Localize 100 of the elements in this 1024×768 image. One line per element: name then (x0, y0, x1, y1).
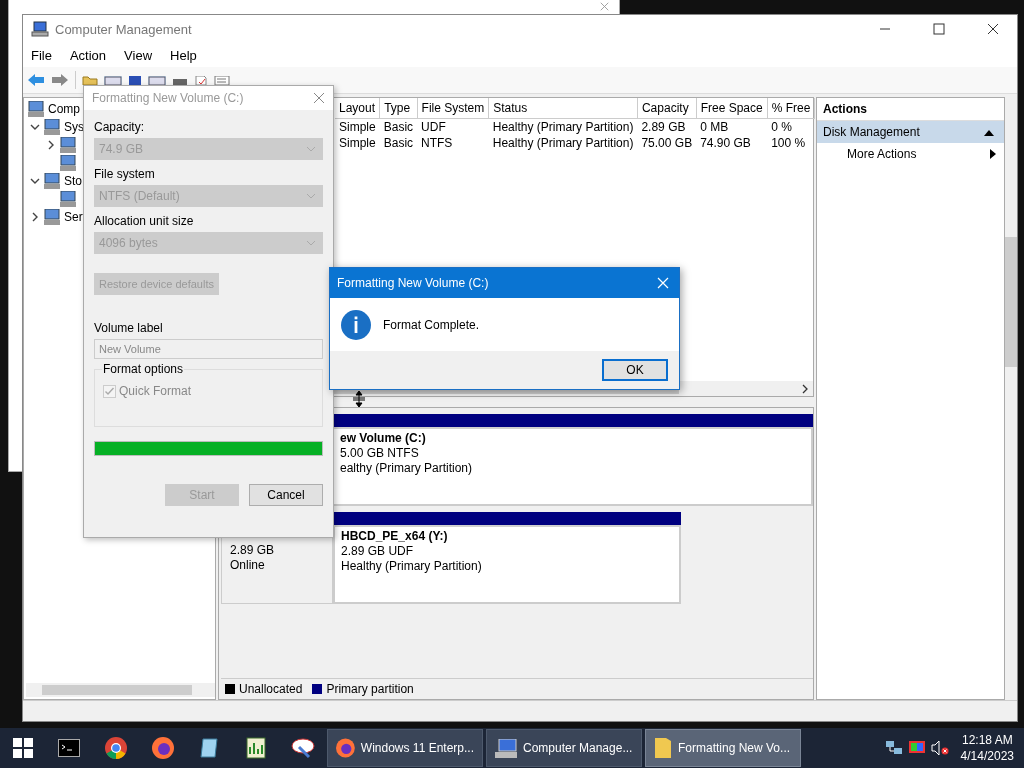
legend-label: Primary partition (326, 682, 414, 696)
menu-item[interactable]: Help (170, 47, 197, 63)
network-icon[interactable] (884, 740, 903, 756)
column-header[interactable]: File System (417, 98, 489, 119)
partition-name: HBCD_PE_x64 (Y:) (340, 529, 449, 544)
column-header[interactable]: Status (488, 98, 638, 119)
table-cell: Basic (379, 118, 418, 135)
column-header[interactable]: Free Space (696, 98, 768, 119)
message-text: Format Complete. (383, 317, 480, 332)
column-header[interactable]: % Free (767, 98, 815, 119)
muted-speaker-icon[interactable] (930, 740, 949, 756)
node-icon (44, 119, 60, 135)
table-cell-text: 74.90 GB (699, 135, 752, 151)
group-title: Format options (102, 362, 185, 376)
legend-label: Unallocated (239, 682, 303, 696)
document-icon[interactable] (194, 75, 208, 85)
taskbar-button[interactable]: Formatting New Vo... (645, 729, 801, 767)
table-cell: 2.89 GB (637, 118, 697, 135)
chevron-icon[interactable] (30, 212, 40, 222)
window-title: Computer Management (55, 21, 192, 37)
field-label: File system (94, 167, 156, 181)
table-cell: UDF (417, 118, 489, 135)
computer-icon (31, 21, 49, 37)
node-icon (44, 173, 60, 189)
table-cell: 0 % (767, 118, 815, 135)
chart-icon[interactable] (246, 737, 266, 759)
display-icon[interactable] (908, 741, 925, 755)
panel-icon[interactable] (104, 75, 122, 85)
node-icon (60, 155, 76, 171)
partition-status: ealthy (Primary Partition) (338, 461, 473, 476)
forward-arrow-icon[interactable] (51, 73, 69, 87)
clock-date[interactable]: 4/14/2023 (960, 748, 1014, 764)
tool-icon[interactable] (291, 737, 315, 759)
menu-item[interactable]: View (124, 47, 153, 63)
list-icon[interactable] (214, 75, 230, 85)
chevron-icon[interactable] (30, 176, 40, 186)
chevron-icon[interactable] (30, 122, 40, 132)
table-cell-text: Simple (338, 135, 377, 151)
taskbar-button[interactable]: Computer Manage... (486, 729, 642, 767)
tree-item[interactable]: Ser (64, 210, 83, 224)
clock-time[interactable]: 12:18 AM (961, 732, 1013, 748)
windows-start-icon[interactable] (13, 738, 33, 758)
help-icon[interactable] (128, 75, 142, 85)
tree-item[interactable]: Sys (64, 120, 84, 134)
table-cell: Healthy (Primary Partition) (488, 118, 638, 135)
ok-button[interactable]: OK (602, 359, 668, 381)
partition-size: 5.00 GB NTFS (338, 446, 420, 461)
node-icon (44, 209, 60, 225)
collapse-icon (984, 128, 995, 136)
taskbar-button[interactable]: Windows 11 Enterp... (327, 729, 483, 767)
disk-info: 2.89 GB (230, 543, 276, 557)
table-cell-text: Basic (382, 135, 415, 151)
node-icon (60, 137, 76, 153)
chevron-icon[interactable] (801, 383, 809, 394)
partition-block[interactable]: HBCD_PE_x64 (Y:) 2.89 GB UDF Healthy (Primary Partition) (333, 512, 681, 604)
disk-info: Online (230, 558, 266, 572)
tree-item[interactable]: Comp (48, 102, 80, 116)
notepad-icon[interactable] (199, 737, 221, 759)
browser-icon[interactable] (105, 737, 127, 759)
field-label: Volume label (94, 321, 164, 335)
resize-cursor-icon (352, 391, 366, 407)
action-item[interactable]: More Actions (817, 143, 1005, 165)
column-header[interactable]: Layout (335, 98, 380, 119)
submenu-arrow-icon (990, 149, 997, 159)
partition-block[interactable]: ew Volume (C:) 5.00 GB NTFS ealthy (Primary Partition) (331, 414, 813, 506)
caret-icon (306, 193, 316, 199)
chevron-icon[interactable] (46, 140, 56, 150)
partition-name: ew Volume (C:) (338, 431, 427, 446)
terminal-icon[interactable] (58, 739, 80, 757)
table-cell-text: Healthy (Primary Partition) (491, 135, 635, 151)
partition-status: Healthy (Primary Partition) (340, 559, 483, 574)
tree-item[interactable]: Sto (64, 174, 82, 188)
computer-icon (495, 738, 517, 758)
menu-item[interactable]: Action (69, 47, 107, 63)
close-icon[interactable] (987, 23, 999, 35)
table-cell-text: 75.00 GB (640, 135, 694, 151)
scrollbar[interactable] (26, 683, 215, 697)
back-arrow-icon[interactable] (27, 73, 45, 87)
table-cell: 0 MB (696, 118, 768, 135)
menu-item[interactable]: File (31, 47, 52, 63)
browser-icon[interactable] (152, 737, 174, 759)
table-cell-text: NTFS (420, 135, 454, 151)
caret-icon (306, 240, 316, 246)
browser-icon (336, 737, 355, 759)
checkbox-icon (103, 384, 116, 398)
maximize-icon[interactable] (933, 23, 945, 35)
partition-size: 2.89 GB UDF (340, 544, 415, 559)
actions-section[interactable]: Disk Management (817, 121, 1005, 143)
panel-icon[interactable] (148, 75, 166, 85)
field-label: Allocation unit size (94, 214, 195, 228)
folder-icon (654, 737, 672, 759)
field-label: Capacity: (94, 120, 146, 134)
node-icon (28, 101, 44, 117)
column-header[interactable]: Capacity (637, 98, 697, 119)
dialog-title: Formatting New Volume (C:) (92, 91, 244, 105)
table-cell: Simple (335, 118, 380, 135)
dialog-title: Formatting New Volume (C:) (337, 276, 489, 290)
column-header[interactable]: Type (379, 98, 418, 119)
dialog-button[interactable]: Cancel (249, 484, 323, 506)
node-icon (60, 191, 76, 207)
